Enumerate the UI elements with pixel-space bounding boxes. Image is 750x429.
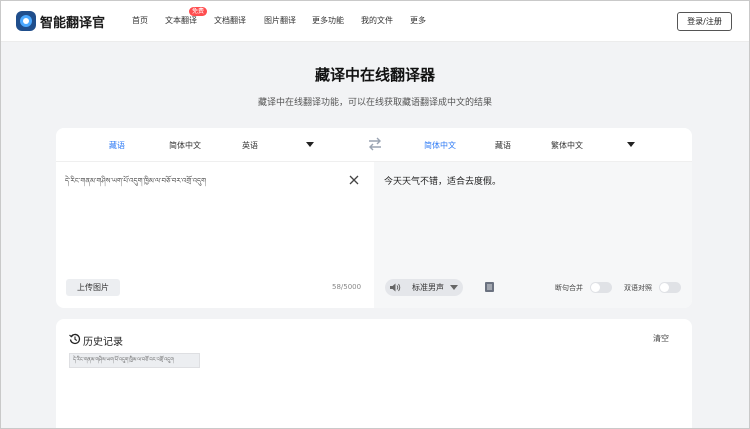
- source-lang-tibetan[interactable]: 藏语: [109, 140, 125, 151]
- voice-label: 标准男声: [412, 283, 444, 292]
- voice-dropdown-icon[interactable]: [450, 285, 458, 290]
- source-lang-simplified-chinese[interactable]: 简体中文: [169, 140, 201, 151]
- top-header: 智能翻译官 首页 文本翻译 免费 文档翻译 图片翻译 更多功能 我的文件 更多 …: [0, 0, 750, 42]
- language-bar: 藏语 简体中文 英语 简体中文 藏语 繁体中文: [56, 128, 692, 162]
- history-card: 历史记录 清空 དེ་རིང་གནམ་གཤིས་ཡག་པོ་འདུག་ཁྱིམ་…: [56, 319, 692, 429]
- translator-card: 藏语 简体中文 英语 简体中文 藏语 繁体中文 དེ་རིང་གནམ་གཤིས་…: [56, 128, 692, 308]
- brand-name[interactable]: 智能翻译官: [40, 12, 105, 31]
- history-item[interactable]: དེ་རིང་གནམ་གཤིས་ཡག་པོ་འདུག་ཁྱིམ་ལ་བཅོ་བར…: [69, 353, 200, 368]
- source-lang-english[interactable]: 英语: [242, 140, 258, 151]
- nav-home[interactable]: 首页: [132, 15, 148, 26]
- speaker-icon[interactable]: [389, 282, 401, 293]
- sentence-merge-label: 断句合并: [555, 284, 583, 292]
- upload-image-button[interactable]: 上传图片: [66, 279, 120, 296]
- free-badge: 免费: [189, 7, 208, 16]
- source-lang-dropdown-icon[interactable]: [306, 142, 314, 147]
- bilingual-label: 双语对照: [624, 284, 652, 292]
- target-lang-tibetan[interactable]: 藏语: [495, 140, 511, 151]
- page-subtitle: 藏译中在线翻译功能，可以在线获取藏语翻译成中文的结果: [257, 98, 492, 108]
- target-lang-simplified-chinese[interactable]: 简体中文: [424, 140, 456, 151]
- nav-text-translate[interactable]: 文本翻译: [165, 15, 197, 26]
- nav-doc-translate[interactable]: 文档翻译: [214, 15, 246, 26]
- translation-output: 今天天气不错，适合去度假。: [384, 177, 502, 187]
- nav-image-translate[interactable]: 图片翻译: [264, 15, 296, 26]
- clear-input-icon[interactable]: [348, 174, 360, 186]
- login-register-button[interactable]: 登录/注册: [677, 12, 732, 31]
- nav-more[interactable]: 更多: [410, 15, 426, 26]
- source-text-input[interactable]: དེ་རིང་གནམ་གཤིས་ཡག་པོ་འདུག་ཁྱིམ་ལ་བཅོ་བར…: [65, 174, 345, 193]
- nav-my-files[interactable]: 我的文件: [361, 15, 393, 26]
- app-logo-icon[interactable]: [16, 11, 36, 31]
- target-lang-traditional-chinese[interactable]: 繁体中文: [551, 140, 583, 151]
- sentence-merge-toggle[interactable]: [590, 282, 612, 293]
- history-icon: [69, 333, 81, 345]
- bilingual-toggle[interactable]: [659, 282, 681, 293]
- clear-history-button[interactable]: 清空: [653, 333, 669, 344]
- nav-more-features[interactable]: 更多功能: [312, 15, 344, 26]
- copy-icon[interactable]: [484, 281, 495, 293]
- history-title: 历史记录: [83, 337, 123, 348]
- page-title: 藏译中在线翻译器: [314, 66, 435, 84]
- char-count: 58/5000: [332, 283, 362, 291]
- target-lang-dropdown-icon[interactable]: [627, 142, 635, 147]
- swap-languages-icon[interactable]: [367, 137, 383, 151]
